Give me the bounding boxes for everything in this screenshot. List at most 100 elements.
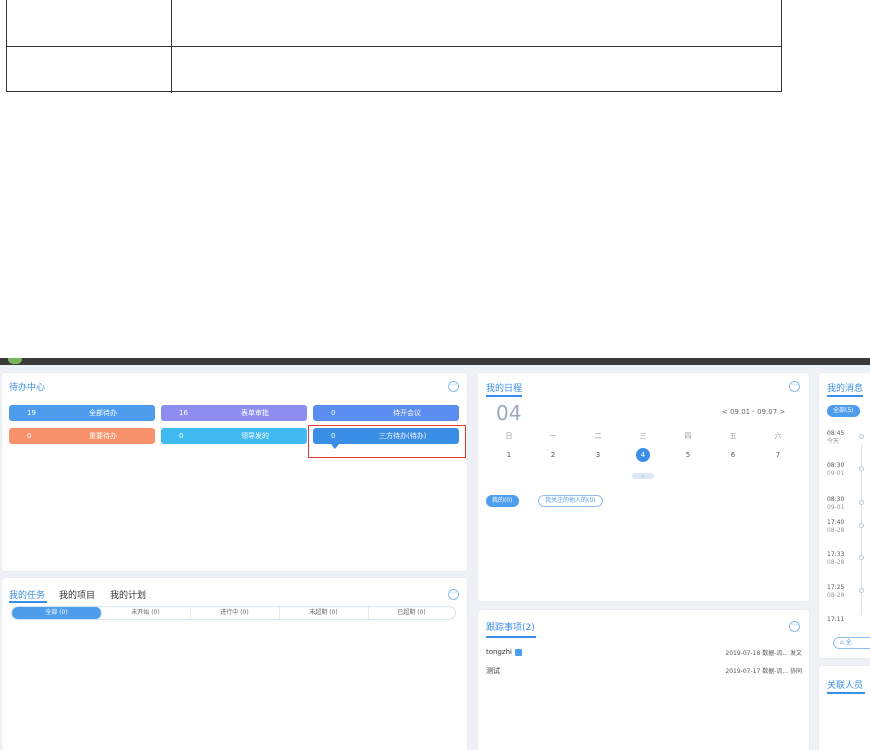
timeline-dot (859, 523, 864, 528)
todo-tile-leader[interactable]: 0 领导发的 (161, 428, 307, 444)
tile-count: 19 (27, 409, 36, 417)
timeline-dot (859, 466, 864, 471)
weekday-label: 五 (729, 432, 737, 440)
related-panel: 关联人员 (819, 666, 870, 750)
document-icon (514, 648, 522, 656)
more-icon[interactable]: ··· (448, 589, 459, 600)
title-underline (486, 636, 536, 638)
view-all-label: 全 (845, 639, 852, 646)
tile-label: 全部待办 (89, 409, 117, 417)
filter-all[interactable]: 全部 (0) (12, 607, 102, 619)
message-time[interactable]: 08:30 09-01 (827, 496, 844, 512)
tile-label: 领导发的 (241, 432, 269, 440)
tab-my-plans[interactable]: 我的计划 (110, 588, 146, 601)
date-cell-today[interactable]: 4 (633, 451, 653, 459)
timeline-dot (859, 500, 864, 505)
item-meta: 2019-07-17 数据-流... 协同 (725, 668, 802, 675)
message-time[interactable]: 08:45 今天 (827, 430, 844, 446)
filter-not-started[interactable]: 未开始 (0) (101, 607, 191, 619)
more-icon[interactable]: ··· (789, 381, 800, 392)
table-row (7, 46, 781, 93)
weekday-label: 三 (639, 432, 647, 440)
todo-tile-all[interactable]: 19 全部待办 (9, 405, 155, 421)
portal-screenshot: 待办中心 ··· 19 全部待办 16 表单审批 0 待开会议 0 重要待办 0… (0, 358, 870, 750)
tile-count: 0 (27, 432, 32, 440)
message-time[interactable]: 17:25 08-28 (827, 584, 844, 600)
filter-in-progress[interactable]: 进行中 (0) (190, 607, 280, 619)
message-time[interactable]: 17:33 08-28 (827, 551, 844, 567)
date-text: 08-28 (827, 527, 845, 534)
filter-all-messages[interactable]: 全部(5) (827, 405, 860, 417)
date-text: 08-28 (827, 559, 845, 566)
app-logo-icon (8, 358, 22, 364)
highlight-box (308, 425, 466, 458)
weekday-label: 一 (549, 432, 557, 440)
list-item[interactable]: 测试 2019-07-17 数据-流... 协同 (486, 666, 802, 676)
time-text: 17:40 (827, 519, 845, 526)
tile-label: 重要待办 (89, 432, 117, 440)
title-underline (827, 692, 865, 694)
date-cell[interactable]: 2 (543, 451, 563, 459)
table-cell (7, 0, 172, 47)
tab-my-projects[interactable]: 我的项目 (59, 588, 95, 601)
todo-tile-important[interactable]: 0 重要待办 (9, 428, 155, 444)
view-all-messages[interactable]: ⌂ 全 (833, 637, 870, 649)
todo-tile-meetings[interactable]: 0 待开会议 (313, 405, 459, 421)
time-text: 17:11 (827, 616, 845, 623)
weekday-label: 日 (505, 432, 513, 440)
todo-panel: 待办中心 ··· 19 全部待办 16 表单审批 0 待开会议 0 重要待办 0… (2, 373, 467, 571)
tile-label: 表单审批 (241, 409, 269, 417)
message-time[interactable]: 08:30 09-01 (827, 462, 844, 478)
time-text: 08:45 (827, 430, 845, 437)
more-icon[interactable]: ··· (789, 621, 800, 632)
task-filter-segment: 全部 (0) 未开始 (0) 进行中 (0) 未超期 (0) 已超期 (0) (11, 606, 456, 620)
date-cell[interactable]: 1 (499, 451, 519, 459)
date-cell[interactable]: 3 (588, 451, 608, 459)
date-cell[interactable]: 7 (768, 451, 788, 459)
time-text: 08:30 (827, 462, 845, 469)
week-range-nav[interactable]: < 09.01 - 09.07 > (722, 408, 785, 416)
current-day: 04 (496, 401, 522, 425)
date-text: 09-01 (827, 470, 845, 477)
timeline-dot (859, 434, 864, 439)
filter-mine[interactable]: 我的(0) (486, 495, 519, 507)
timeline-dot (859, 588, 864, 593)
title-underline (827, 395, 863, 397)
table-cell (7, 47, 172, 93)
filter-overdue[interactable]: 已超期 (0) (368, 607, 455, 619)
tile-count: 16 (179, 409, 188, 417)
date-cell[interactable]: 5 (678, 451, 698, 459)
message-time[interactable]: 17:40 08-28 (827, 519, 844, 535)
todo-tile-form-approval[interactable]: 16 表单审批 (161, 405, 307, 421)
title-underline (486, 395, 522, 397)
tile-count: 0 (331, 409, 336, 417)
message-time[interactable]: 17:11 (827, 616, 844, 624)
tracking-panel: 跟踪事项(2) ··· tongzhi 2019-07-18 数据-流... 发… (478, 610, 809, 750)
window-topbar (0, 358, 870, 365)
tab-my-tasks[interactable]: 我的任务 (9, 588, 45, 601)
item-name: tongzhi (486, 648, 512, 656)
item-name: 测试 (486, 667, 500, 675)
schedule-panel: 我的日程 ··· 04 < 09.01 - 09.07 > 日 一 二 三 四 … (478, 373, 809, 601)
tile-label: 待开会议 (393, 409, 421, 417)
messages-panel: 我的消息 全部(5) 08:45 今天 08:30 09-01 08:30 09-01… (819, 373, 870, 658)
schedule-title: 我的日程 (486, 384, 523, 394)
todo-title: 待办中心 (9, 383, 46, 393)
messages-title: 我的消息 (827, 384, 864, 394)
filter-followed[interactable]: 我关注的他人的(0) (538, 495, 603, 507)
list-item[interactable]: tongzhi 2019-07-18 数据-流... 发文 (486, 648, 802, 657)
date-text: 08-28 (827, 592, 845, 599)
item-meta: 2019-07-18 数据-流... 发文 (725, 650, 802, 657)
time-text: 08:30 (827, 496, 845, 503)
filter-not-overdue[interactable]: 未超期 (0) (279, 607, 369, 619)
timeline-dot (859, 555, 864, 560)
date-text: 09-01 (827, 504, 845, 511)
tracking-title: 跟踪事项(2) (486, 623, 535, 633)
date-cell[interactable]: 6 (723, 451, 743, 459)
top-table (6, 0, 782, 93)
time-text: 17:25 (827, 584, 845, 591)
tab-underline (9, 601, 47, 603)
tasks-panel: 我的任务 我的项目 我的计划 ··· 全部 (0) 未开始 (0) 进行中 (0… (2, 578, 467, 750)
more-icon[interactable]: ··· (448, 381, 459, 392)
chevron-down-icon[interactable]: ⌄ (632, 473, 654, 479)
